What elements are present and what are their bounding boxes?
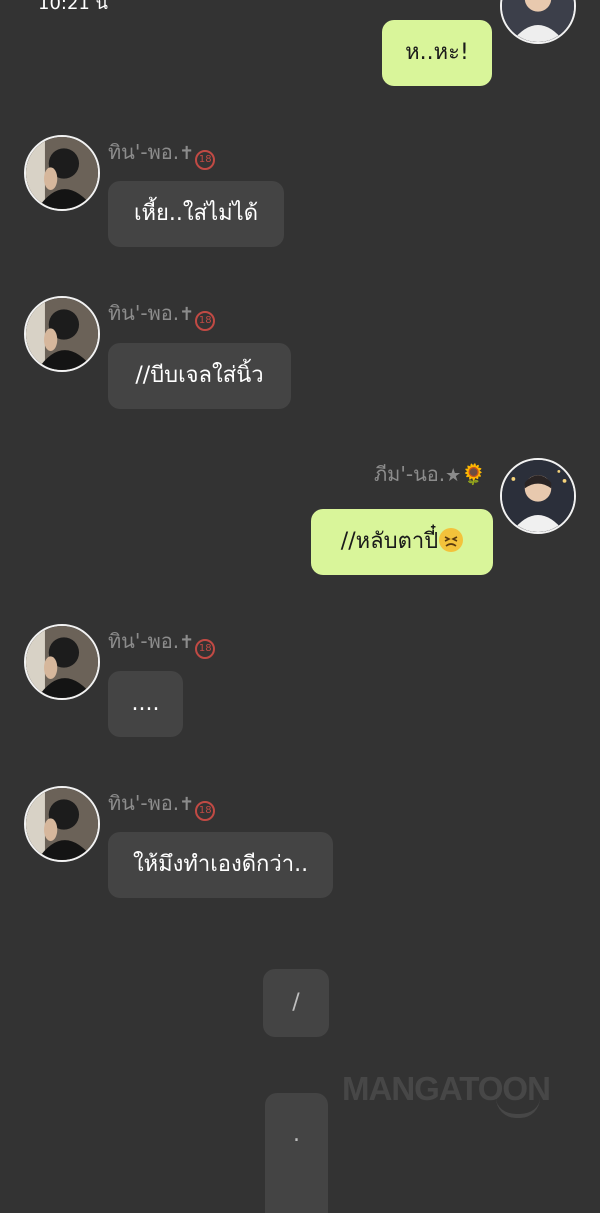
message-bubble-incoming[interactable]: เหี้ย..ใส่ไม่ได้: [108, 181, 284, 247]
tired-face-emoji-icon: [439, 528, 464, 552]
age-restriction-icon: 18: [195, 311, 216, 331]
avatar-tin[interactable]: [24, 296, 100, 372]
narration-text: /: [292, 990, 300, 1015]
message-text: เหี้ย..ใส่ไม่ได้: [134, 201, 258, 226]
message-bubble-outgoing[interactable]: ห..หะ!: [382, 20, 492, 86]
message-bubble-incoming[interactable]: ....: [108, 671, 183, 737]
sender-name: ทิน'-พอ.✝ 18: [108, 301, 216, 331]
sender-name: ภีม'-นอ.★🌻: [374, 462, 487, 486]
age-restriction-icon: 18: [195, 801, 216, 821]
age-restriction-icon: 18: [195, 150, 216, 170]
narration-bubble[interactable]: /: [263, 969, 329, 1037]
message-text: //บีบเจลใส่นิ้ว: [135, 363, 264, 388]
age-restriction-icon: 18: [195, 639, 216, 659]
message-text: ห..หะ!: [405, 40, 469, 65]
avatar-beam[interactable]: [500, 0, 576, 44]
sunflower-icon: 🌻: [461, 462, 487, 486]
avatar-beam[interactable]: [500, 458, 576, 534]
sender-name: ทิน'-พอ.✝ 18: [108, 140, 216, 170]
message-bubble-incoming[interactable]: ให้มึงทำเองดีกว่า..: [108, 832, 333, 898]
message-text: //หลับตาปี๋: [340, 529, 439, 554]
watermark-smile-icon: [496, 1098, 540, 1118]
narration-text: .: [293, 1122, 300, 1147]
message-text: ให้มึงทำเองดีกว่า..: [132, 852, 309, 877]
message-bubble-outgoing[interactable]: //หลับตาปี๋: [311, 509, 493, 575]
message-text: ....: [131, 691, 160, 716]
avatar-tin[interactable]: [24, 786, 100, 862]
avatar-tin[interactable]: [24, 135, 100, 211]
narration-bubble[interactable]: .: [265, 1093, 328, 1213]
sender-name: ทิน'-พอ.✝ 18: [108, 791, 216, 821]
sender-name: ทิน'-พอ.✝ 18: [108, 629, 216, 659]
chat-screen: 10:21 น ห..หะ! ทิน'-พอ.✝ 18 เหี้ย..ใส่ไม่…: [0, 0, 600, 1213]
message-bubble-incoming[interactable]: //บีบเจลใส่นิ้ว: [108, 343, 291, 409]
avatar-tin[interactable]: [24, 624, 100, 700]
status-time: 10:21 น: [38, 0, 108, 14]
